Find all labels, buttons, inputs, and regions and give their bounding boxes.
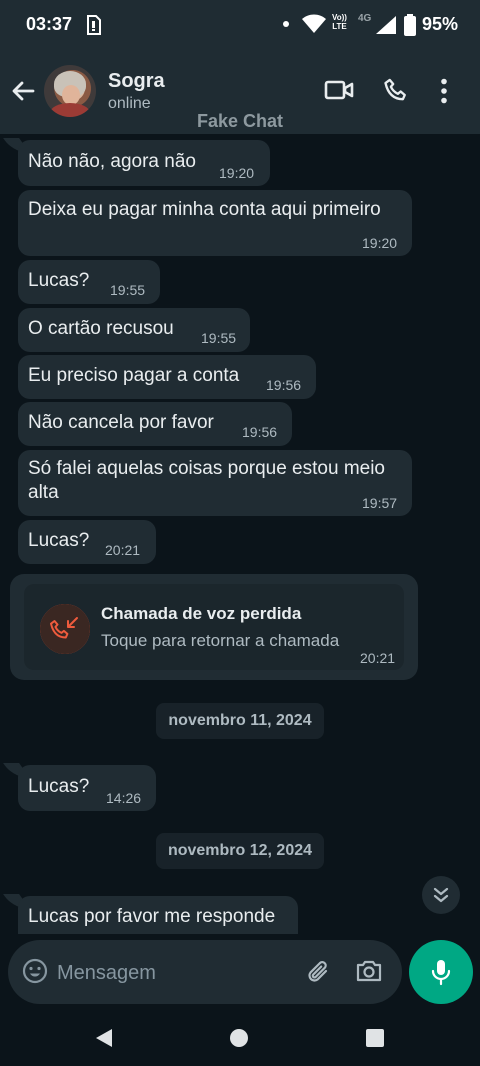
microphone-button[interactable] <box>409 940 473 1004</box>
message-text-line2: alta <box>28 482 59 503</box>
message-text: O cartão recusou <box>28 318 174 339</box>
message-bubble[interactable]: Não cancela por favor 19:56 <box>18 402 292 446</box>
message-text: Lucas? <box>28 776 90 797</box>
missed-call-title: Chamada de voz perdida <box>101 604 302 623</box>
message-text: Deixa eu pagar minha conta aqui primeiro <box>28 199 381 220</box>
volte-label: Vo)) <box>332 13 347 22</box>
message-bubble[interactable]: Lucas por favor me responde <box>18 896 298 934</box>
message-bubble[interactable]: Lucas? 14:26 <box>18 765 156 811</box>
double-chevron-down-icon <box>433 887 449 903</box>
chat-header: Sogra online Fake Chat <box>0 50 480 134</box>
message-bubble[interactable]: Deixa eu pagar minha conta aqui primeiro… <box>18 190 412 256</box>
message-bubble[interactable]: Só falei aquelas coisas porque estou mei… <box>18 450 412 516</box>
message-time: 20:21 <box>105 542 141 558</box>
contact-avatar[interactable] <box>44 65 96 117</box>
voice-call-icon[interactable] <box>382 77 410 110</box>
message-text: Eu preciso pagar a conta <box>28 365 240 386</box>
message-time: 19:20 <box>362 235 398 251</box>
video-call-icon[interactable] <box>324 78 354 107</box>
message-time: 19:55 <box>201 330 237 346</box>
message-bubble[interactable]: Não não, agora não 19:20 <box>18 140 270 186</box>
message-text-line1: Só falei aquelas coisas porque estou mei… <box>28 458 386 479</box>
missed-call-time: 20:21 <box>360 650 396 666</box>
message-bubble[interactable]: Lucas? 20:21 <box>18 520 156 564</box>
message-bubble[interactable]: Lucas? 19:55 <box>18 260 160 304</box>
message-text: Não não, agora não <box>28 151 196 172</box>
date-separator: novembro 12, 2024 <box>156 833 324 869</box>
back-arrow-icon[interactable] <box>8 76 38 106</box>
message-time: 14:26 <box>106 790 142 806</box>
status-time: 03:37 <box>26 14 73 34</box>
scroll-to-bottom-button[interactable] <box>422 876 460 914</box>
microphone-icon <box>431 960 451 986</box>
message-text: Não cancela por favor <box>28 412 214 433</box>
network-type: 4G <box>358 13 372 24</box>
message-text: Lucas? <box>28 530 90 551</box>
message-bubble[interactable]: O cartão recusou 19:55 <box>18 308 250 352</box>
message-time: 19:55 <box>110 282 146 298</box>
message-list[interactable]: Não não, agora não 19:20 Deixa eu pagar … <box>0 134 480 934</box>
signal-icon <box>376 16 396 39</box>
date-separator: novembro 11, 2024 <box>156 703 324 739</box>
nav-back-icon[interactable] <box>94 1028 114 1053</box>
message-time: 19:57 <box>362 495 398 511</box>
more-options-icon[interactable] <box>440 78 448 109</box>
message-text: Lucas por favor me responde <box>28 906 276 927</box>
camera-icon[interactable] <box>355 958 383 989</box>
nav-recents-icon[interactable] <box>366 1029 384 1047</box>
battery-icon <box>404 14 416 41</box>
missed-call-subtitle: Toque para retornar a chamada <box>101 631 340 650</box>
attach-clip-icon[interactable] <box>305 957 335 992</box>
message-bubble[interactable]: Eu preciso pagar a conta 19:56 <box>18 355 316 399</box>
status-bar: 03:37 Vo)) LTE 4G 95% <box>0 0 480 50</box>
battery-percent: 95% <box>422 14 459 34</box>
lte-label: LTE <box>332 22 347 31</box>
message-text: Lucas? <box>28 270 90 291</box>
message-time: 19:56 <box>266 377 302 393</box>
message-input[interactable] <box>57 958 277 988</box>
volte-indicator: Vo)) LTE <box>332 13 347 31</box>
fake-chat-watermark: Fake Chat <box>196 111 284 131</box>
notification-dot-icon <box>283 21 289 27</box>
wifi-icon <box>302 14 326 39</box>
contact-name[interactable]: Sogra <box>108 70 165 93</box>
message-time: 19:56 <box>242 424 278 440</box>
missed-call-icon <box>40 604 90 654</box>
emoji-icon[interactable] <box>22 958 48 989</box>
nav-home-icon[interactable] <box>230 1029 248 1047</box>
sim-card-icon <box>86 15 102 40</box>
message-time: 19:20 <box>219 165 255 181</box>
